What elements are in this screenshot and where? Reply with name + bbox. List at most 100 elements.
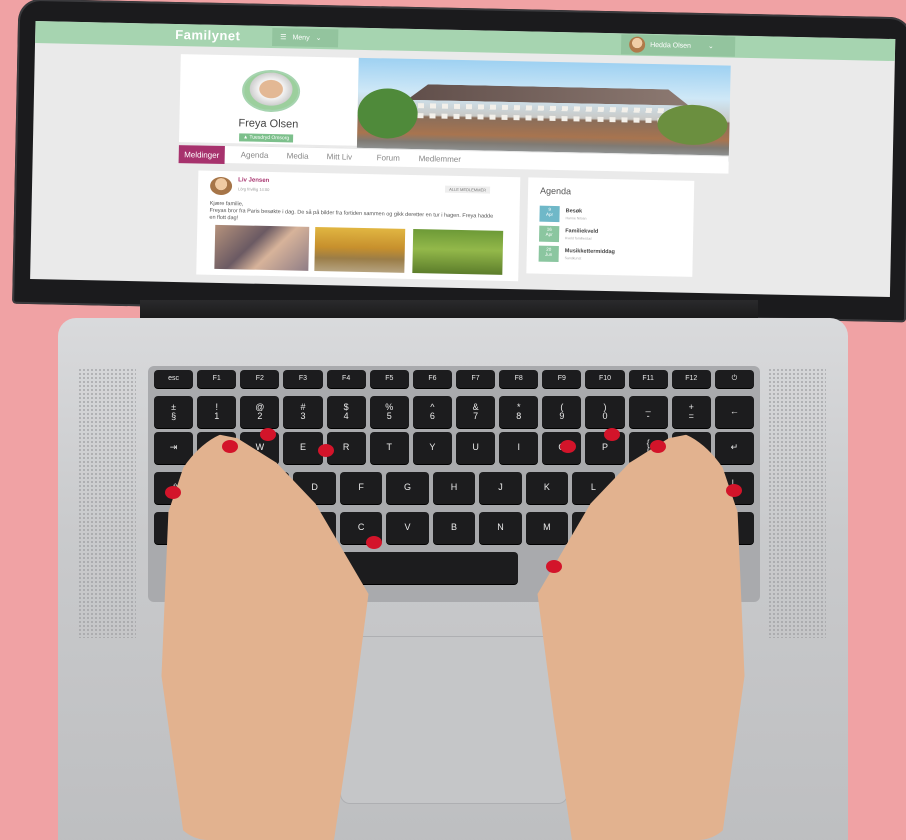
key-F6[interactable]: F6 xyxy=(412,370,452,388)
agenda-item-subtitle: Kveld familiestud xyxy=(565,236,592,241)
key-↵[interactable]: ↵ xyxy=(714,432,754,464)
fingernail xyxy=(560,440,576,453)
key-←[interactable]: ← xyxy=(714,396,754,428)
key-F11[interactable]: F11 xyxy=(628,370,668,388)
post-audience-badge: ALLE MEDLEMMER xyxy=(445,185,491,194)
tab-mitt-liv[interactable]: Mitt Liv xyxy=(327,152,353,162)
key-F1[interactable]: F1 xyxy=(197,370,237,388)
agenda-item-subtitle: Sandkunst xyxy=(564,256,582,261)
agenda-widget: Agenda 9 Apr Besøk Hanne Nilsen 16 Apr Fam… xyxy=(526,177,695,277)
profile-name: Freya Olsen xyxy=(238,117,299,131)
user-menu-button[interactable]: Hedda Olsen ⌄ xyxy=(620,34,736,57)
key-F5[interactable]: F5 xyxy=(369,370,409,388)
hero-image xyxy=(356,57,731,162)
menu-label: Meny xyxy=(292,33,310,42)
key-±-§[interactable]: ± § xyxy=(154,396,194,428)
post-subtitle: Lörg frivillig 14:00 xyxy=(237,186,270,192)
key-F[interactable]: F xyxy=(339,472,383,504)
agenda-date: 16 Apr xyxy=(538,225,560,243)
tab-meldinger[interactable]: Meldinger xyxy=(178,145,225,165)
key-#-3[interactable]: #3 xyxy=(283,396,323,428)
agenda-item[interactable]: 9 Apr Besøk Hanne Nilsen xyxy=(539,205,689,227)
app-brand[interactable]: Familynet xyxy=(175,27,240,43)
key-N[interactable]: N xyxy=(479,512,522,544)
post-photo[interactable] xyxy=(412,229,504,275)
trackpad[interactable] xyxy=(340,636,568,804)
fingernail xyxy=(726,484,742,497)
key-K[interactable]: K xyxy=(525,472,569,504)
tab-agenda[interactable]: Agenda xyxy=(241,150,269,160)
tab-medlemmer[interactable]: Medlemmer xyxy=(419,154,461,164)
chevron-down-icon: ⌄ xyxy=(707,43,714,51)
key-V[interactable]: V xyxy=(386,512,429,544)
laptop-screen: Familynet ☰ Meny ⌄ Hedda Olsen ⌄ Freya O… xyxy=(30,21,896,298)
agenda-item-title: Musikkettermiddag xyxy=(564,248,615,256)
key-!-1[interactable]: ! 1 xyxy=(197,396,237,428)
key-+-=[interactable]: + = xyxy=(671,396,711,428)
agenda-item-subtitle: Hanne Nilsen xyxy=(565,216,587,221)
fingernail xyxy=(260,428,276,441)
fingernail xyxy=(604,428,620,441)
agenda-date: 9 Apr xyxy=(539,205,560,223)
post-author[interactable]: Liv Jensen xyxy=(238,177,269,184)
menu-button[interactable]: ☰ Meny ⌄ xyxy=(272,28,339,48)
key-%-5[interactable]: % 5 xyxy=(369,396,409,428)
agenda-date: 20 Jun xyxy=(538,245,559,263)
key-I[interactable]: I xyxy=(499,432,539,464)
key-@-2[interactable]: @2 xyxy=(240,396,280,428)
key-B[interactable]: B xyxy=(432,512,476,544)
key-_--[interactable]: _ - xyxy=(628,396,668,428)
key-Y[interactable]: Y xyxy=(412,432,452,464)
key-F8[interactable]: F8 xyxy=(499,370,539,388)
key-F4[interactable]: F4 xyxy=(326,370,366,388)
key-E[interactable]: E xyxy=(283,432,323,464)
message-post: Liv Jensen Lörg frivillig 14:00 ALLE MED… xyxy=(196,170,521,282)
post-photo[interactable] xyxy=(314,226,406,273)
post-text: Kjære familie, Freyas bror fra Paris bes… xyxy=(209,200,494,222)
key-esc[interactable]: esc xyxy=(154,370,194,388)
key-F7[interactable]: F7 xyxy=(456,370,496,388)
key-F10[interactable]: F10 xyxy=(585,370,625,388)
key-H[interactable]: H xyxy=(432,472,476,504)
fingernail xyxy=(165,486,181,499)
tab-media[interactable]: Media xyxy=(287,151,309,160)
speaker-grille xyxy=(768,368,826,638)
key-J[interactable]: J xyxy=(479,472,522,504)
key-F9[interactable]: F9 xyxy=(542,370,582,388)
agenda-item-title: Besøk xyxy=(565,208,583,215)
key-^-6[interactable]: ^ 6 xyxy=(412,396,452,428)
key-F12[interactable]: F12 xyxy=(671,370,711,388)
key-F3[interactable]: F3 xyxy=(283,370,323,388)
key-G[interactable]: G xyxy=(386,472,429,504)
key-M[interactable]: M xyxy=(525,512,569,544)
post-avatar xyxy=(209,176,233,196)
tab-forum[interactable]: Forum xyxy=(377,153,400,162)
key-T[interactable]: T xyxy=(369,432,409,464)
fingernail xyxy=(366,536,382,549)
chevron-down-icon: ⌄ xyxy=(315,34,322,43)
key-$-4[interactable]: $4 xyxy=(326,396,366,428)
key-⏻[interactable]: ⏻ xyxy=(714,370,754,388)
fingernail xyxy=(650,440,666,453)
key-F2[interactable]: F2 xyxy=(240,370,280,388)
agenda-item[interactable]: 16 Apr Familiekveld Kveld familiestud xyxy=(538,225,689,247)
hamburger-icon: ☰ xyxy=(280,34,287,42)
post-photo[interactable] xyxy=(214,224,310,271)
key-*-8[interactable]: * 8 xyxy=(499,396,539,428)
profile-card: Freya Olsen ▲ Tuesdryd Omsorg xyxy=(178,54,359,146)
profile-avatar xyxy=(241,69,301,113)
agenda-title: Agenda xyxy=(539,185,572,197)
fingernail xyxy=(546,560,562,573)
key-(-9[interactable]: (9 xyxy=(542,396,582,428)
key-)-0[interactable]: ) 0 xyxy=(585,396,625,428)
key-⇥[interactable]: ⇥ xyxy=(154,432,194,464)
agenda-item-title: Familiekveld xyxy=(565,228,599,235)
user-name: Hedda Olsen xyxy=(650,41,692,50)
speaker-grille xyxy=(78,368,136,638)
key-&-7[interactable]: & 7 xyxy=(456,396,496,428)
fingernail xyxy=(318,444,334,457)
agenda-item[interactable]: 20 Jun Musikkettermiddag Sandkunst xyxy=(538,245,689,267)
profile-badge: ▲ Tuesdryd Omsorg xyxy=(239,133,294,143)
user-avatar xyxy=(628,36,646,53)
key-U[interactable]: U xyxy=(456,432,496,464)
